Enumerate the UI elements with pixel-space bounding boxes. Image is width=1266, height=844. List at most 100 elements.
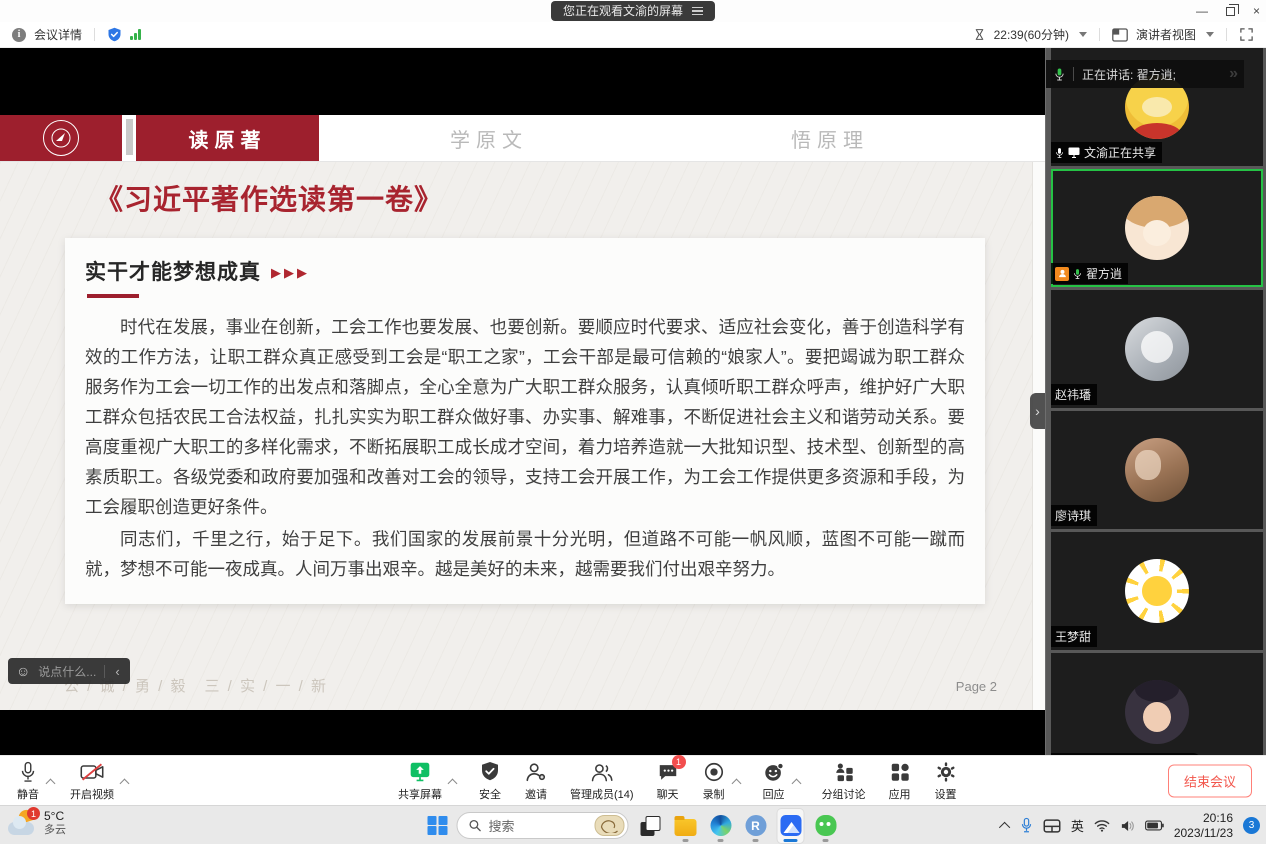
battery-icon[interactable]	[1145, 820, 1164, 831]
manage-members-button[interactable]: 管理成员(14)	[570, 760, 634, 802]
hidden-icons-chevron[interactable]	[999, 821, 1010, 832]
divider	[104, 665, 105, 678]
share-options-caret[interactable]	[448, 779, 458, 789]
shield-check-icon[interactable]	[107, 27, 122, 42]
heading-underline	[87, 294, 139, 298]
minimize-button[interactable]: —	[1196, 0, 1208, 22]
tab-xue-yuan-wen[interactable]: 学原文	[319, 115, 659, 161]
mute-options-caret[interactable]	[46, 779, 56, 789]
participants-sidebar: 正在讲话: 翟方逍; » 文渝正在共享 翟方逍	[1045, 48, 1266, 755]
banner-menu-icon[interactable]	[692, 7, 703, 16]
tab-du-yuan-zhu[interactable]: 读原著	[136, 115, 319, 161]
video-options-caret[interactable]	[120, 779, 130, 789]
taskbar-clock[interactable]: 20:16 2023/11/23	[1174, 811, 1233, 841]
speaking-mic-icon	[1054, 67, 1065, 82]
weather-desc: 多云	[44, 824, 66, 837]
file-explorer-button[interactable]	[673, 809, 699, 843]
timer-caret-icon[interactable]	[1079, 32, 1087, 37]
task-view-button[interactable]	[638, 809, 664, 843]
meeting-app-button[interactable]	[778, 809, 804, 843]
share-screen-button[interactable]: 共享屏幕	[398, 760, 442, 802]
meeting-app-icon	[780, 815, 801, 836]
school-logo	[43, 120, 79, 156]
security-button[interactable]: 安全	[478, 760, 502, 802]
windows-taskbar: 1 5°C 多云 搜索 R	[0, 805, 1266, 844]
settings-button[interactable]: 设置	[934, 760, 958, 802]
page-number: Page 2	[956, 679, 997, 694]
shared-screen-area: 读原著 学原文 悟原理 《习近平著作选读第一卷》 实干才能梦想成真 ▶▶▶ 时代	[0, 48, 1045, 755]
end-meeting-button[interactable]: 结束会议	[1168, 764, 1252, 797]
speaking-indicator-bar: 正在讲话: 翟方逍; »	[1046, 60, 1244, 88]
tray-mic-icon[interactable]	[1020, 817, 1033, 834]
fullscreen-icon[interactable]	[1239, 27, 1254, 42]
participant-tile[interactable]: 廖诗琪	[1051, 411, 1263, 529]
participant-label: 翟方逍	[1051, 263, 1128, 284]
meeting-top-toolbar: i 会议详情 22:39(60分钟) 演讲者视图	[0, 22, 1266, 48]
taskbar-search[interactable]: 搜索	[457, 812, 629, 839]
windows-start-button[interactable]	[428, 816, 448, 836]
avatar	[1125, 559, 1189, 623]
ime-indicator[interactable]: 英	[1071, 816, 1084, 835]
avatar	[1125, 317, 1189, 381]
tab-wu-yuan-li[interactable]: 悟原理	[659, 115, 1001, 161]
emoji-icon[interactable]: ☺	[16, 664, 30, 678]
participant-tile[interactable]: 赵祎璠	[1051, 290, 1263, 408]
paragraph-1: 时代在发展，事业在创新，工会工作也要发展、也要创新。要顺应时代要求、适应社会变化…	[85, 312, 965, 522]
edge-icon	[710, 815, 731, 836]
restore-button[interactable]	[1226, 7, 1235, 16]
meeting-details-link[interactable]: 会议详情	[34, 26, 82, 43]
network-signal-icon[interactable]	[130, 29, 141, 40]
clock-time: 20:16	[1203, 811, 1233, 826]
edge-browser-button[interactable]	[708, 809, 734, 843]
invite-button[interactable]: 邀请	[524, 760, 548, 802]
search-icon	[469, 819, 482, 832]
heading-arrows-icon: ▶▶▶	[271, 262, 310, 281]
collapse-arrows-icon[interactable]: »	[1229, 65, 1236, 83]
meeting-window: 您正在观看文渝的屏幕 — × i 会议详情 22:39(60分钟) 演讲者视图	[0, 0, 1266, 844]
start-video-button[interactable]: 开启视频	[70, 760, 114, 802]
chat-button[interactable]: 1 聊天	[656, 760, 680, 802]
mic-icon	[1073, 268, 1082, 280]
notification-badge[interactable]: 3	[1243, 817, 1260, 834]
participant-tile[interactable]	[1051, 653, 1263, 755]
slide-scrollbar[interactable]	[1032, 162, 1045, 710]
speaker-icon[interactable]	[1120, 819, 1135, 833]
close-button[interactable]: ×	[1253, 0, 1260, 22]
quick-chat-bar[interactable]: ☺ 说点什么... ‹	[8, 658, 130, 684]
touchpad-icon[interactable]	[1043, 819, 1061, 833]
slide-body: 《习近平著作选读第一卷》 实干才能梦想成真 ▶▶▶ 时代在发展，事业在创新，工会…	[0, 162, 1045, 710]
search-highlight-thumbnail[interactable]	[595, 815, 625, 836]
divider	[1099, 28, 1100, 41]
record-button[interactable]: 录制	[702, 760, 726, 802]
participant-label: 王梦甜	[1051, 626, 1097, 647]
sidebar-expander[interactable]: ›	[1030, 393, 1045, 429]
collapse-chat-icon[interactable]: ‹	[113, 664, 121, 679]
reactions-options-caret[interactable]	[791, 779, 801, 789]
breakout-rooms-button[interactable]: 分组讨论	[822, 760, 866, 802]
participant-label: 廖诗琪	[1051, 505, 1097, 526]
participant-tile[interactable]: 王梦甜	[1051, 532, 1263, 650]
record-options-caret[interactable]	[731, 779, 741, 789]
chat-unread-badge: 1	[672, 755, 686, 769]
weather-widget[interactable]: 1 5°C 多云	[8, 809, 66, 837]
mute-button[interactable]: 静音	[16, 760, 40, 802]
view-caret-icon[interactable]	[1206, 32, 1214, 37]
presentation-slide: 读原著 学原文 悟原理 《习近平著作选读第一卷》 实干才能梦想成真 ▶▶▶ 时代	[0, 115, 1045, 710]
meeting-controls-bar: 静音 开启视频 共享屏幕	[0, 755, 1266, 805]
apps-button[interactable]: 应用	[888, 760, 912, 802]
weather-temp: 5°C	[44, 810, 66, 824]
meeting-timer[interactable]: 22:39(60分钟)	[994, 26, 1069, 43]
wechat-button[interactable]	[813, 809, 839, 843]
participant-tile-speaking[interactable]: 翟方逍	[1051, 169, 1263, 287]
quick-chat-input[interactable]: 说点什么...	[38, 663, 96, 680]
search-placeholder: 搜索	[489, 816, 588, 835]
wifi-icon[interactable]	[1094, 819, 1110, 832]
reactions-button[interactable]: 回应	[762, 760, 786, 802]
screen-share-icon	[1068, 147, 1080, 158]
mic-icon	[16, 760, 40, 784]
avatar	[1125, 680, 1189, 744]
watching-banner[interactable]: 您正在观看文渝的屏幕	[551, 1, 715, 21]
section-heading: 实干才能梦想成真	[85, 256, 261, 286]
view-mode-button[interactable]: 演讲者视图	[1136, 26, 1196, 43]
r-app-button[interactable]: R	[743, 809, 769, 843]
